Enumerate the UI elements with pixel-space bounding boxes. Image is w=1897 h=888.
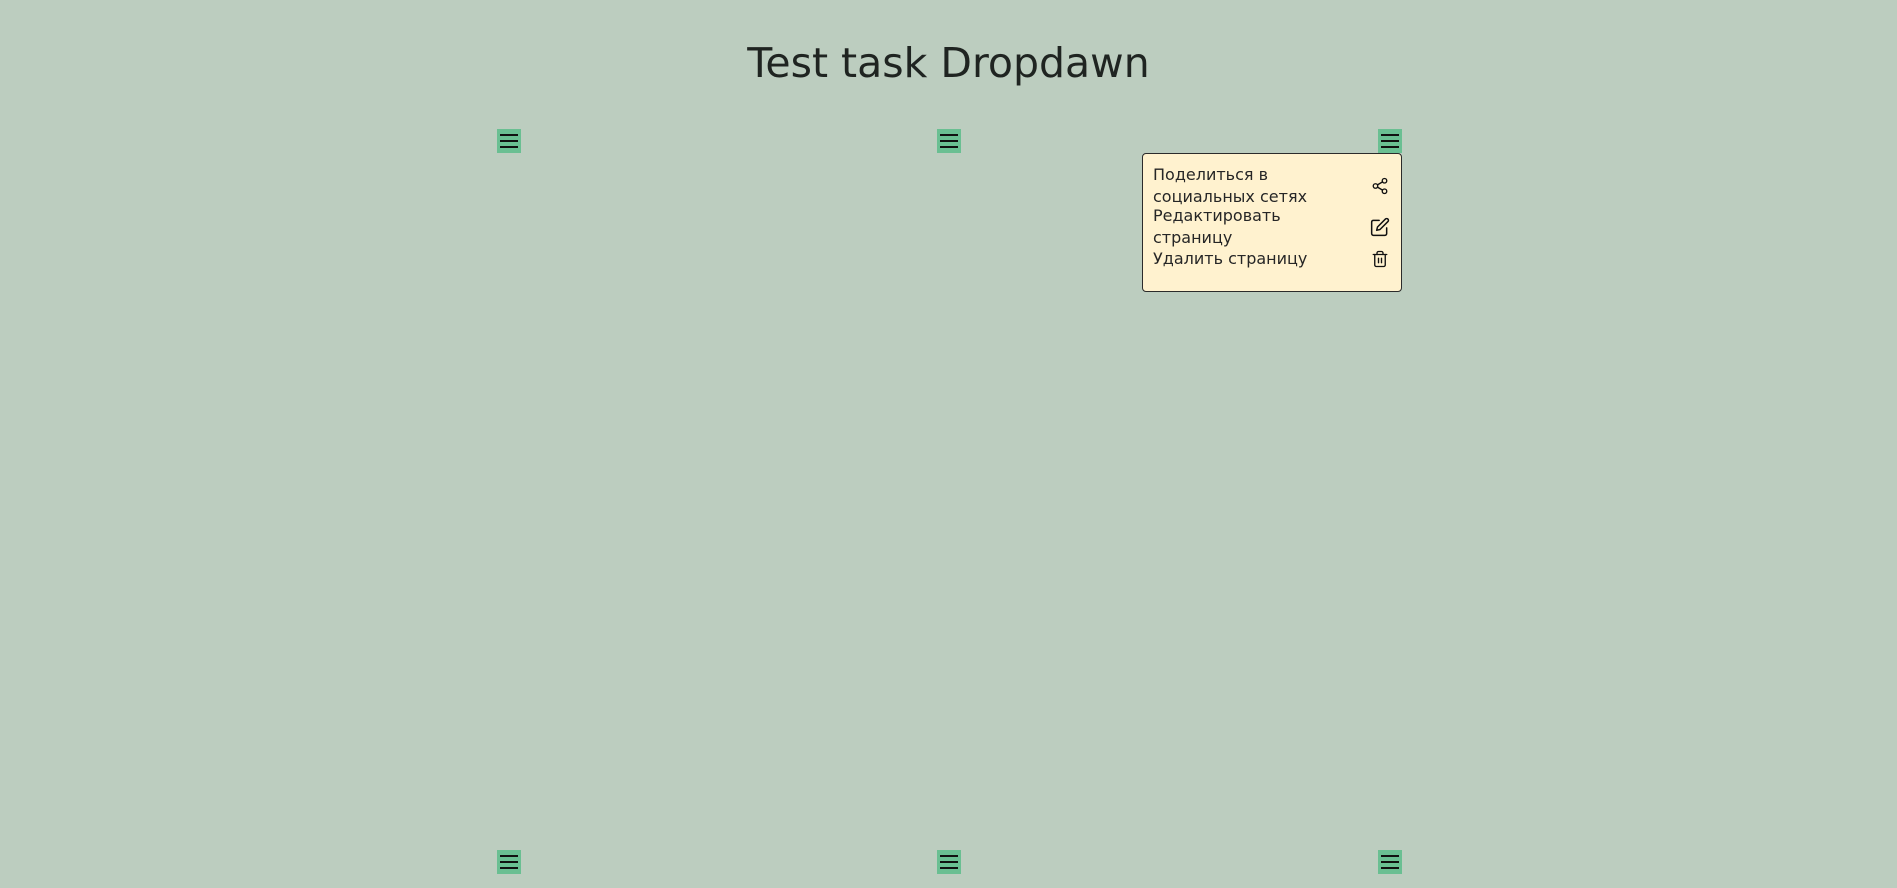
trash-icon <box>1369 248 1391 270</box>
menu-button-top-right[interactable] <box>1378 129 1402 153</box>
dropdown-item-share[interactable]: Поделиться в социальных сетях <box>1153 164 1391 208</box>
hamburger-icon-line <box>1381 861 1399 863</box>
hamburger-icon-line <box>500 867 518 869</box>
dropdown-item-edit[interactable]: Редактировать страницу <box>1153 206 1391 247</box>
hamburger-icon-line <box>940 867 958 869</box>
dropdown-item-label: Поделиться в социальных сетях <box>1153 165 1308 206</box>
hamburger-icon <box>1381 855 1399 857</box>
hamburger-icon <box>1381 134 1399 136</box>
hamburger-icon <box>940 134 958 136</box>
hamburger-icon-line <box>1381 146 1399 148</box>
menu-button-bottom-center[interactable] <box>937 850 961 874</box>
page: Test task Dropdawn Поделиться в социальн… <box>0 0 1897 888</box>
menu-button-top-left[interactable] <box>497 129 521 153</box>
hamburger-icon-line <box>500 146 518 148</box>
dropdown-item-delete[interactable]: Удалить страницу <box>1153 248 1391 270</box>
hamburger-icon-line <box>1381 867 1399 869</box>
hamburger-icon-line <box>500 861 518 863</box>
dropdown-item-label: Удалить страницу <box>1153 249 1308 268</box>
hamburger-icon-line <box>940 861 958 863</box>
hamburger-icon-line <box>940 140 958 142</box>
edit-icon <box>1369 216 1391 238</box>
hamburger-icon-line <box>500 140 518 142</box>
hamburger-icon-line <box>1381 140 1399 142</box>
menu-button-bottom-right[interactable] <box>1378 850 1402 874</box>
dropdown-menu: Поделиться в социальных сетях Редактиров… <box>1142 153 1402 292</box>
hamburger-icon <box>940 855 958 857</box>
hamburger-icon-line <box>940 146 958 148</box>
page-title: Test task Dropdawn <box>747 39 1150 87</box>
dropdown-item-label: Редактировать страницу <box>1153 206 1281 247</box>
hamburger-icon <box>500 855 518 857</box>
menu-button-top-center[interactable] <box>937 129 961 153</box>
hamburger-icon <box>500 134 518 136</box>
share-icon <box>1369 175 1391 197</box>
menu-button-bottom-left[interactable] <box>497 850 521 874</box>
